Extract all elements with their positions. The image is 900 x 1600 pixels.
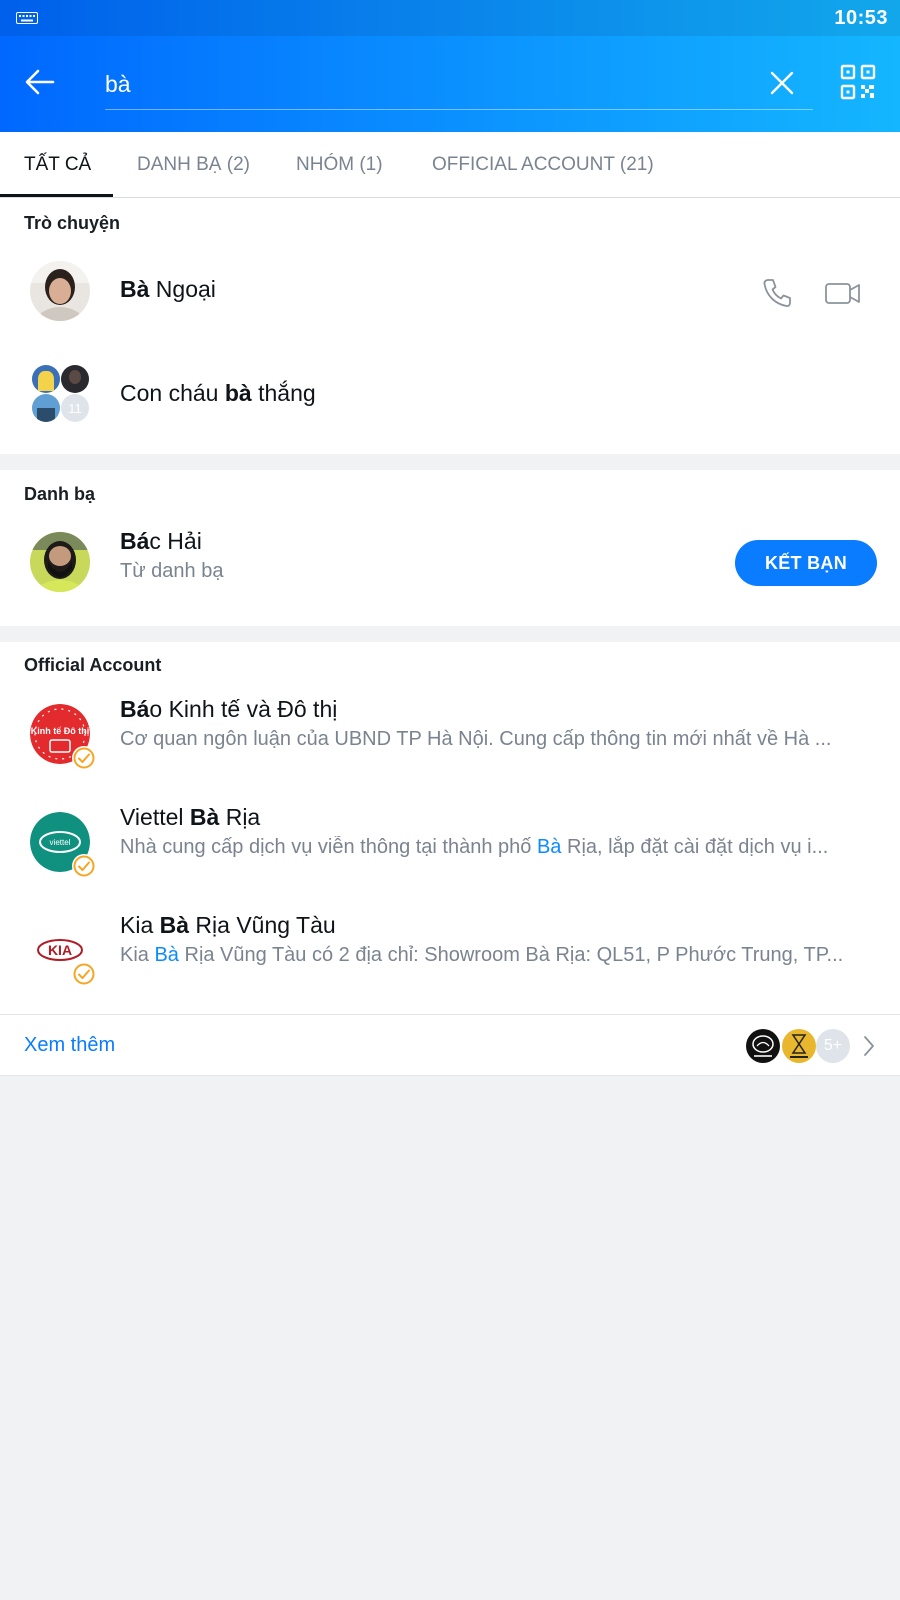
section-title-chats: Trò chuyện — [24, 213, 121, 233]
oa-item-kinh-te-do-thi[interactable]: Kinh tế Đô thị Báo Kinh tế và Đô thị Cơ … — [0, 682, 900, 790]
search-tabs: TẤT CẢ DANH BẠ (2) NHÓM (1) OFFICIAL ACC… — [0, 132, 900, 198]
see-more-link[interactable]: Xem thêm — [24, 1034, 115, 1057]
tab-groups[interactable]: NHÓM (1) — [296, 132, 383, 198]
chats-section: Trò chuyện Bà Ngoại 11 Con cháu bà thắng — [0, 198, 900, 454]
chat-item-ba-ngoai[interactable]: Bà Ngoại — [0, 244, 900, 352]
see-more-row[interactable]: Xem thêm 5+ — [0, 1014, 900, 1076]
back-button[interactable] — [20, 62, 60, 102]
add-friend-button[interactable]: KẾT BẠN — [735, 540, 877, 586]
oa-description: Kia Bà Rịa Vũng Tàu có 2 địa chỉ: Showro… — [120, 944, 844, 966]
verified-badge-icon — [72, 854, 96, 878]
oa-description: Nhà cung cấp dịch vụ viễn thông tại thàn… — [120, 836, 829, 858]
verified-badge-icon — [72, 962, 96, 986]
close-icon — [770, 71, 794, 95]
clear-search-button[interactable] — [765, 66, 799, 100]
preview-avatar — [782, 1029, 816, 1063]
section-title-contacts: Danh bạ — [24, 484, 96, 504]
member-avatar — [32, 365, 60, 393]
svg-text:Kinh tế Đô thị: Kinh tế Đô thị — [31, 726, 90, 736]
contact-item-bac-hai[interactable]: Bác Hải Từ danh bạ KẾT BẠN — [0, 512, 900, 620]
group-avatar: 11 — [30, 362, 90, 422]
chevron-right-icon[interactable] — [862, 1035, 876, 1057]
status-time: 10:53 — [834, 7, 888, 29]
oa-item-kia-ba-ria-vung-tau[interactable]: KIA Kia Bà Rịa Vũng Tàu Kia Bà Rịa Vũng … — [0, 898, 900, 1006]
official-accounts-section: Official Account Kinh tế Đô thị Báo Kinh… — [0, 642, 900, 1014]
status-bar: 10:53 — [0, 0, 900, 36]
preview-avatar — [746, 1029, 780, 1063]
avatar — [30, 532, 90, 592]
section-title-official: Official Account — [24, 655, 162, 675]
tab-contacts[interactable]: DANH BẠ (2) — [137, 132, 250, 198]
contacts-section: Danh bạ Bác Hải Từ danh bạ KẾT BẠN — [0, 470, 900, 626]
qr-code-icon — [840, 64, 876, 100]
arrow-left-icon — [25, 69, 55, 95]
chat-name: Con cháu bà thắng — [120, 380, 316, 406]
svg-text:viettel: viettel — [50, 838, 71, 847]
active-tab-indicator — [0, 194, 113, 197]
qr-scan-button[interactable] — [840, 64, 880, 104]
chat-item-group[interactable]: 11 Con cháu bà thắng — [0, 352, 900, 444]
oa-name: Viettel Bà Rịa — [120, 804, 261, 830]
member-count-badge: 11 — [61, 394, 89, 422]
search-bar — [105, 60, 813, 110]
keyboard-icon — [16, 12, 38, 24]
video-camera-icon[interactable] — [824, 276, 862, 310]
phone-icon[interactable] — [760, 276, 794, 310]
oa-description: Cơ quan ngôn luận của UBND TP Hà Nội. Cu… — [120, 728, 832, 750]
contact-source: Từ danh bạ — [120, 560, 224, 582]
app-header: 10:53 — [0, 0, 900, 132]
verified-badge-icon — [72, 746, 96, 770]
tab-official-accounts[interactable]: OFFICIAL ACCOUNT (21) — [432, 132, 654, 198]
oa-name: Kia Bà Rịa Vũng Tàu — [120, 912, 336, 938]
contact-name: Bác Hải — [120, 528, 202, 554]
search-input[interactable] — [105, 68, 725, 100]
chat-name: Bà Ngoại — [120, 276, 216, 302]
preview-more-count: 5+ — [816, 1029, 850, 1063]
oa-item-viettel-ba-ria[interactable]: viettel Viettel Bà Rịa Nhà cung cấp dịch… — [0, 790, 900, 898]
member-avatar — [32, 394, 60, 422]
avatar — [30, 261, 90, 321]
svg-text:KIA: KIA — [48, 942, 72, 958]
oa-name: Báo Kinh tế và Đô thị — [120, 696, 338, 722]
tab-all[interactable]: TẤT CẢ — [24, 132, 91, 198]
member-avatar — [61, 365, 89, 393]
